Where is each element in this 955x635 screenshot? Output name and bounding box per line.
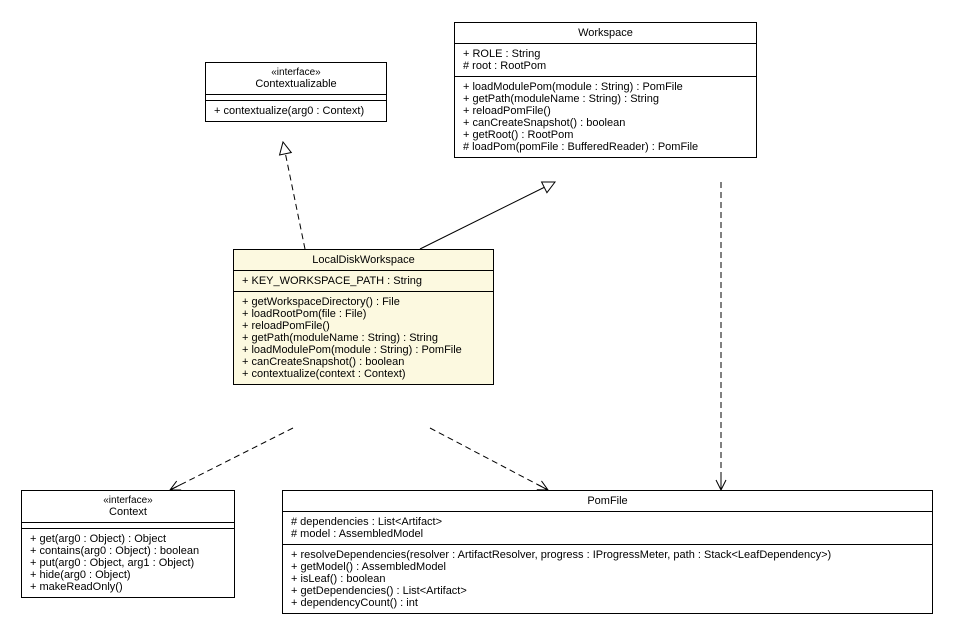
method: + canCreateSnapshot() : boolean [463,117,748,129]
method: + get(arg0 : Object) : Object [30,533,226,545]
method: + contextualize(context : Context) [242,368,485,380]
method: # loadPom(pomFile : BufferedReader) : Po… [463,141,748,153]
attr: # dependencies : List<Artifact> [291,516,924,528]
attr: + KEY_WORKSPACE_PATH : String [242,275,485,287]
method: + contains(arg0 : Object) : boolean [30,545,226,557]
method: + put(arg0 : Object, arg1 : Object) [30,557,226,569]
method: + canCreateSnapshot() : boolean [242,356,485,368]
method: + dependencyCount() : int [291,597,924,609]
classname: LocalDiskWorkspace [242,254,485,266]
attr: # root : RootPom [463,60,748,72]
method: + reloadPomFile() [242,320,485,332]
method: + getModel() : AssembledModel [291,561,924,573]
class-workspace: Workspace + ROLE : String # root : RootP… [454,22,757,158]
method: + getRoot() : RootPom [463,129,748,141]
classname: Context [30,506,226,518]
method: + reloadPomFile() [463,105,748,117]
attr: # model : AssembledModel [291,528,924,540]
method: + loadRootPom(file : File) [242,308,485,320]
classname: Contextualizable [214,78,378,90]
method: + getPath(moduleName : String) : String [242,332,485,344]
method: + getWorkspaceDirectory() : File [242,296,485,308]
method: + getPath(moduleName : String) : String [463,93,748,105]
method: + resolveDependencies(resolver : Artifac… [291,549,924,561]
method: + makeReadOnly() [30,581,226,593]
class-contextualizable: «interface» Contextualizable + contextua… [205,62,387,122]
method: + loadModulePom(module : String) : PomFi… [242,344,485,356]
stereotype: «interface» [30,495,226,506]
method: + getDependencies() : List<Artifact> [291,585,924,597]
attr: + ROLE : String [463,48,748,60]
class-context: «interface» Context + get(arg0 : Object)… [21,490,235,598]
method: + loadModulePom(module : String) : PomFi… [463,81,748,93]
class-localdiskworkspace: LocalDiskWorkspace + KEY_WORKSPACE_PATH … [233,249,494,385]
method: + hide(arg0 : Object) [30,569,226,581]
method: + contextualize(arg0 : Context) [214,105,378,117]
stereotype: «interface» [214,67,378,78]
classname: PomFile [291,495,924,507]
method: + isLeaf() : boolean [291,573,924,585]
classname: Workspace [463,27,748,39]
class-pomfile: PomFile # dependencies : List<Artifact> … [282,490,933,614]
